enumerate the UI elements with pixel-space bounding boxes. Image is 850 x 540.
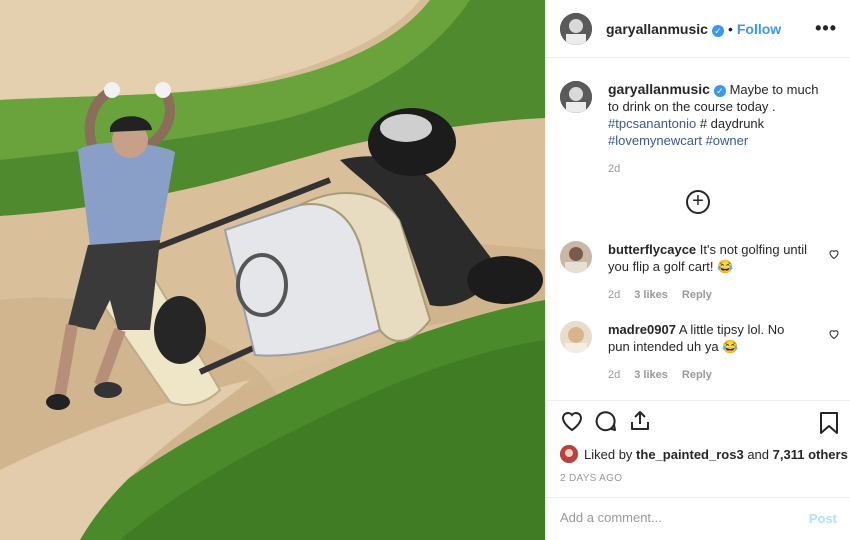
comment-icon[interactable] [594,409,618,433]
verified-badge-icon: ✓ [711,24,724,37]
post-comment-button[interactable]: Post [809,511,837,526]
share-icon[interactable] [628,409,652,433]
comment-item: butterflycayce It's not golfing until yo… [560,241,840,304]
liked-by-and: and [747,446,770,462]
caption-avatar[interactable] [560,81,592,113]
post-actions: Liked by the_painted_ros3 and 7,311 othe… [546,400,850,540]
reply-button[interactable]: Reply [682,289,712,301]
action-icons [560,409,652,433]
caption: garyallanmusic ✓ Maybe to much to drink o… [560,81,830,178]
post-side-panel: garyallanmusic ✓ • Follow ••• garyallanmusi… [545,0,850,540]
comment-emoji: 😂 [722,339,739,354]
golf-cart-photo [0,0,545,540]
follow-button[interactable]: Follow [737,21,781,37]
caption-text: garyallanmusic ✓ Maybe to much to drink o… [608,81,830,178]
commenter-avatar[interactable] [560,241,592,273]
comments-section[interactable]: garyallanmusic ✓ Maybe to much to drink o… [546,59,850,399]
comment-item: madre0907 A little tipsy lol. No pun int… [560,321,840,384]
liker-avatar[interactable] [560,445,578,463]
commenter-username[interactable]: butterflycayce [608,242,696,257]
comment-body: butterflycayce It's not golfing until yo… [608,241,808,304]
comment-emoji: 😂 [717,259,734,274]
likes-others[interactable]: 7,311 others [773,447,848,462]
plus-circle-icon[interactable]: + [686,190,710,214]
hashtag-tpcsanantonio[interactable]: #tpcsanantonio [608,116,696,131]
liked-by-prefix: Liked by [584,446,633,462]
comment-meta: 2d 3 likes Reply [608,287,808,304]
heart-icon[interactable] [560,409,584,433]
post-photo[interactable] [0,0,545,540]
author-line: garyallanmusic ✓ • Follow [606,21,781,37]
add-comment-input[interactable] [560,510,790,525]
hashtag-lovemynewcart[interactable]: #lovemynewcart [608,133,702,148]
comment-meta: 2d 3 likes Reply [608,367,808,384]
commenter-avatar[interactable] [560,321,592,353]
separator-dot: • [727,20,733,37]
post-header: garyallanmusic ✓ • Follow ••• [546,0,850,58]
comment-age[interactable]: 2d [608,369,620,381]
reply-button[interactable]: Reply [682,369,712,381]
comment-heart-icon[interactable] [828,327,840,343]
comment-likes[interactable]: 3 likes [634,369,668,381]
bookmark-icon[interactable] [819,411,839,435]
more-options-icon[interactable]: ••• [815,18,837,39]
comment-body: madre0907 A little tipsy lol. No pun int… [608,321,808,384]
commenter-username[interactable]: madre0907 [608,322,676,337]
add-comment-bar: Post [546,497,850,540]
post-date[interactable]: 2 DAYS AGO [560,473,622,484]
author-avatar[interactable] [560,12,592,45]
hashtag-owner[interactable]: #owner [706,133,749,148]
verified-badge-icon: ✓ [713,85,726,97]
likes-summary: Liked by the_painted_ros3 and 7,311 othe… [560,445,848,463]
caption-age[interactable]: 2d [608,161,830,178]
liker-username[interactable]: the_painted_ros3 [636,447,744,462]
caption-username[interactable]: garyallanmusic [608,81,710,97]
comment-heart-icon[interactable] [828,247,840,263]
author-username[interactable]: garyallanmusic [606,21,708,37]
instagram-post: garyallanmusic ✓ • Follow ••• garyallanmusi… [0,0,850,540]
comment-likes[interactable]: 3 likes [634,289,668,301]
comment-age[interactable]: 2d [608,289,620,301]
caption-word-daydrunk: daydrunk [710,116,765,131]
hash-symbol: # [699,116,708,131]
